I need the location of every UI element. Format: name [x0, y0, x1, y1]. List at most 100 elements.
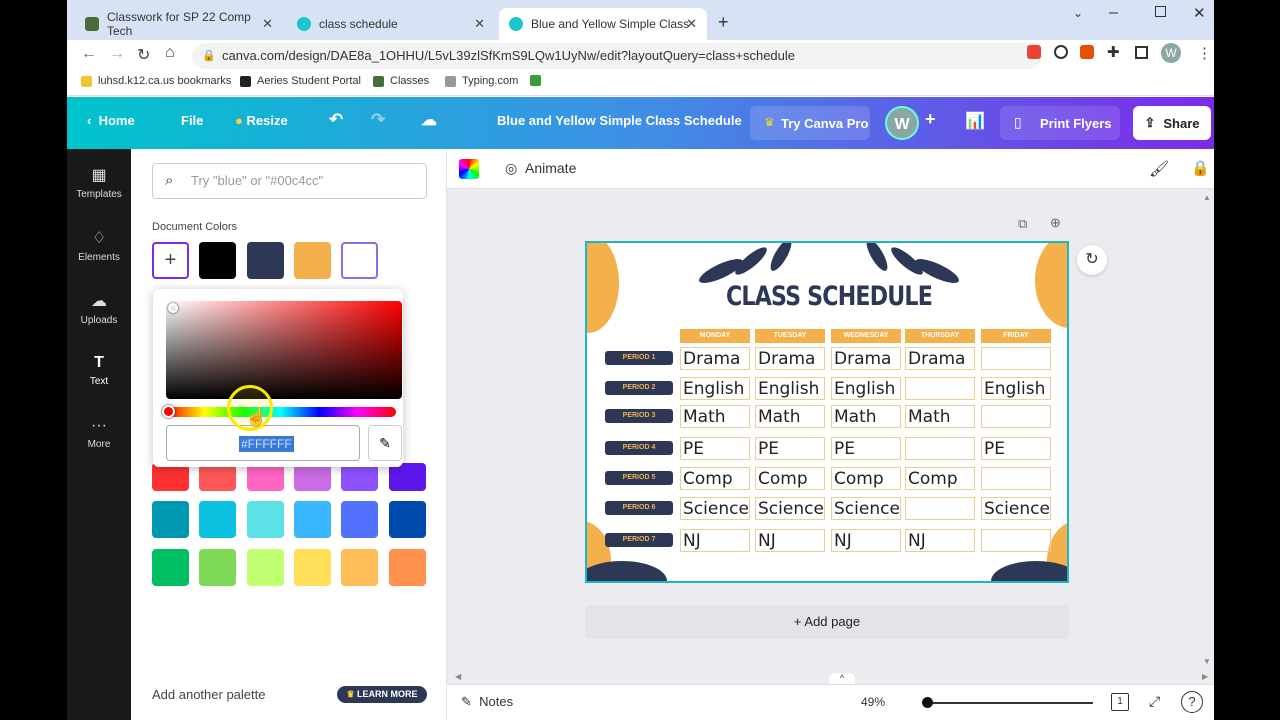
schedule-cell[interactable]	[981, 347, 1051, 370]
palette-swatch[interactable]	[199, 463, 236, 491]
refresh-icon[interactable]: ↻	[1077, 245, 1107, 275]
palette-swatch[interactable]	[294, 549, 331, 586]
schedule-cell[interactable]: Drama	[831, 347, 901, 370]
cloud-saved-icon[interactable]: ☁	[421, 110, 437, 130]
color-swatch[interactable]	[247, 242, 284, 279]
close-icon[interactable]: ✕	[686, 16, 697, 32]
sidebar-item-text[interactable]: T Text	[67, 354, 131, 387]
schedule-cell[interactable]: Math	[680, 405, 750, 428]
day-header[interactable]: MONDAY	[680, 329, 750, 343]
sidebar-item-elements[interactable]: ♢ Elements	[67, 228, 131, 263]
schedule-cell[interactable]: PE	[981, 437, 1051, 460]
schedule-cell[interactable]	[905, 497, 975, 520]
period-label[interactable]: PERIOD 1	[605, 351, 673, 365]
period-label[interactable]: PERIOD 4	[605, 441, 673, 455]
schedule-cell[interactable]: Drama	[680, 347, 750, 370]
palette-swatch[interactable]	[389, 501, 426, 538]
notes-button[interactable]: ✎ Notes	[461, 694, 513, 710]
text-color-icon[interactable]	[459, 159, 479, 179]
try-pro-button[interactable]: ♛ Try Canva Pro	[750, 106, 870, 140]
period-label[interactable]: PERIOD 3	[605, 409, 673, 423]
period-label[interactable]: PERIOD 5	[605, 471, 673, 485]
tab-classwork[interactable]: Classwork for SP 22 Comp Tech ✕	[75, 8, 283, 40]
color-swatch[interactable]	[199, 242, 236, 279]
saturation-value-area[interactable]	[166, 301, 402, 399]
schedule-cell[interactable]: Science	[680, 497, 750, 520]
close-window-icon[interactable]: ✕	[1193, 4, 1206, 22]
zoom-slider-handle[interactable]	[922, 697, 933, 708]
schedule-cell[interactable]	[905, 437, 975, 460]
url-input[interactable]: 🔒 canva.com/design/DAE8a_1OHHU/L5vL39zlS…	[192, 43, 1042, 69]
tab-class-schedule[interactable]: class schedule ✕	[287, 8, 495, 40]
schedule-cell[interactable]: PE	[755, 437, 825, 460]
bookmark-item[interactable]	[530, 75, 547, 86]
period-label[interactable]: PERIOD 6	[605, 501, 673, 515]
hue-slider[interactable]	[166, 407, 396, 417]
sidepanel-icon[interactable]	[1135, 46, 1148, 59]
duplicate-page-icon[interactable]: ⧉	[1018, 216, 1027, 232]
reload-icon[interactable]: ↻	[137, 45, 150, 65]
palette-swatch[interactable]	[199, 549, 236, 586]
period-label[interactable]: PERIOD 2	[605, 381, 673, 395]
palette-swatch[interactable]	[294, 463, 331, 491]
schedule-cell[interactable]	[981, 405, 1051, 428]
maximize-icon[interactable]	[1155, 6, 1166, 17]
hex-input[interactable]: #FFFFFF	[166, 425, 360, 461]
schedule-cell[interactable]	[981, 467, 1051, 490]
schedule-cell[interactable]: PE	[680, 437, 750, 460]
color-search-input[interactable]: ⌕ Try "blue" or "#00c4cc"	[152, 163, 427, 199]
schedule-cell[interactable]: Comp	[755, 467, 825, 490]
period-label[interactable]: PERIOD 7	[605, 533, 673, 547]
day-header[interactable]: WEDNESDAY	[831, 329, 901, 343]
forward-icon[interactable]: →	[109, 45, 125, 63]
scroll-right-icon[interactable]: ▶	[1202, 672, 1208, 681]
new-tab-icon[interactable]: +	[718, 12, 729, 33]
schedule-cell[interactable]: English	[831, 377, 901, 400]
schedule-cell[interactable]: Comp	[680, 467, 750, 490]
color-swatch[interactable]	[341, 242, 378, 279]
add-collaborator-icon[interactable]: +	[925, 109, 936, 130]
day-header[interactable]: TUESDAY	[755, 329, 825, 343]
bookmark-item[interactable]: Typing.com	[445, 75, 518, 87]
schedule-cell[interactable]: Drama	[905, 347, 975, 370]
day-header[interactable]: THURSDAY	[905, 329, 975, 343]
animate-button[interactable]: ◎ Animate	[505, 160, 576, 177]
schedule-cell[interactable]: Comp	[831, 467, 901, 490]
fullscreen-icon[interactable]: ⤢	[1149, 693, 1160, 710]
schedule-cell[interactable]: Science	[981, 497, 1051, 520]
minimize-icon[interactable]: –	[1109, 4, 1118, 22]
user-avatar[interactable]: W	[885, 106, 919, 140]
share-button[interactable]: ⇪ Share	[1133, 106, 1211, 140]
home-icon[interactable]: ⌂	[165, 44, 175, 62]
profile-avatar[interactable]: W	[1161, 43, 1181, 63]
add-palette-link[interactable]: Add another palette	[152, 687, 265, 702]
bookmark-item[interactable]: luhsd.k12.ca.us bookmarks	[81, 75, 231, 87]
schedule-cell[interactable]: NJ	[755, 529, 825, 552]
schedule-cell[interactable]: English	[680, 377, 750, 400]
schedule-title[interactable]: CLASS SCHEDULE	[631, 281, 1028, 312]
scroll-down-icon[interactable]: ▼	[1203, 657, 1211, 666]
palette-swatch[interactable]	[152, 549, 189, 586]
close-icon[interactable]: ✕	[262, 16, 273, 32]
document-title[interactable]: Blue and Yellow Simple Class Schedule	[497, 113, 742, 128]
bookmark-item[interactable]: Aeries Student Portal	[240, 75, 361, 87]
add-page-icon[interactable]: ⊕	[1050, 215, 1061, 231]
zoom-slider[interactable]	[923, 702, 1093, 704]
schedule-cell[interactable]: Math	[905, 405, 975, 428]
design-page[interactable]: CLASS SCHEDULE MONDAY TUESDAY WEDNESDAY THU…	[585, 241, 1069, 583]
schedule-cell[interactable]	[981, 529, 1051, 552]
print-flyers-button[interactable]: ▯ Print Flyers	[1000, 106, 1120, 140]
palette-swatch[interactable]	[341, 463, 378, 491]
palette-swatch[interactable]	[294, 501, 331, 538]
schedule-cell[interactable]: Comp	[905, 467, 975, 490]
palette-swatch[interactable]	[389, 549, 426, 586]
sidebar-item-templates[interactable]: ▦ Templates	[67, 165, 131, 200]
palette-swatch[interactable]	[247, 501, 284, 538]
sidebar-item-more[interactable]: ··· More	[67, 417, 131, 450]
schedule-cell[interactable]: PE	[831, 437, 901, 460]
extension-icon[interactable]	[1080, 45, 1094, 59]
palette-swatch[interactable]	[199, 501, 236, 538]
extension-icon[interactable]	[1027, 45, 1041, 59]
palette-swatch[interactable]	[152, 501, 189, 538]
schedule-cell[interactable]: NJ	[680, 529, 750, 552]
